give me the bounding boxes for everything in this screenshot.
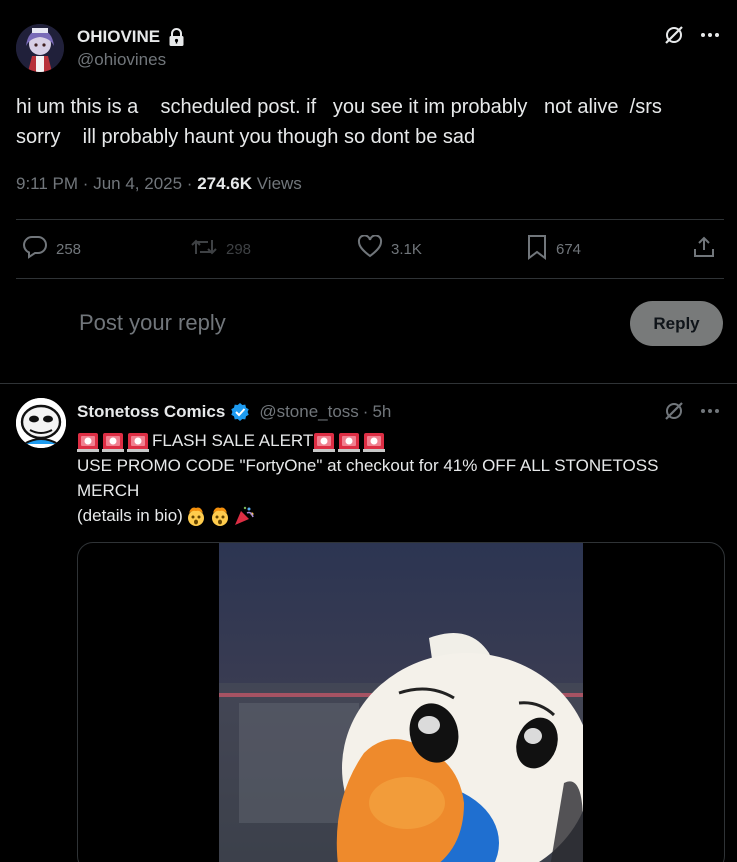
post-top-actions	[663, 24, 721, 46]
author-handle[interactable]: @ohiovines	[77, 50, 166, 70]
more-icon[interactable]	[699, 400, 721, 422]
party-popper-emoji-icon	[234, 506, 254, 525]
share-action[interactable]	[692, 232, 716, 266]
bookmark-count: 674	[556, 240, 582, 258]
video-frame[interactable]	[219, 543, 583, 862]
like-count: 3.1K	[391, 240, 422, 258]
views-count[interactable]: 274.6K	[197, 174, 252, 193]
display-name[interactable]: Stonetoss Comics	[77, 402, 225, 422]
post-time[interactable]: 9:11 PM	[16, 174, 78, 193]
reply-icon	[22, 235, 48, 263]
avatar[interactable]	[16, 24, 64, 72]
post-date[interactable]: Jun 4, 2025	[93, 174, 182, 193]
repost-icon	[190, 236, 218, 262]
reply-post[interactable]: Stonetoss Comics @stone_toss · 5h FLASH …	[0, 384, 737, 862]
reply-button[interactable]: Reply	[630, 301, 723, 346]
bookmark-icon	[526, 234, 548, 264]
share-icon	[692, 235, 716, 263]
verified-badge-icon	[229, 401, 251, 423]
post-text: FLASH SALE ALERT USE PROMO CODE "FortyOn…	[77, 428, 727, 528]
exploding-head-emoji-icon	[211, 507, 228, 526]
text-line: FLASH SALE ALERT	[77, 428, 727, 453]
siren-emoji-icon	[127, 432, 149, 452]
lock-icon	[165, 26, 187, 48]
like-action[interactable]: 3.1K	[357, 232, 422, 266]
repost-count: 298	[226, 240, 252, 258]
post-meta: 9:11 PM · Jun 4, 2025 · 274.6K Views	[16, 174, 302, 194]
reply-input[interactable]: Post your reply	[79, 310, 226, 336]
avatar[interactable]	[16, 398, 66, 448]
meta-separator: ·	[186, 174, 193, 193]
author-name-row: OHIOVINE	[77, 26, 187, 48]
divider	[16, 219, 724, 220]
author-name-row: Stonetoss Comics @stone_toss · 5h	[77, 401, 391, 423]
reply-count: 258	[56, 240, 82, 258]
text-line: MERCH	[77, 481, 140, 500]
siren-emoji-icon	[363, 432, 386, 452]
siren-emoji-icon	[77, 432, 99, 452]
post-top-actions	[663, 400, 721, 422]
exploding-head-emoji-icon	[187, 507, 204, 526]
heart-icon	[357, 234, 383, 263]
flash-sale-text: FLASH SALE ALERT	[152, 431, 314, 450]
grok-icon[interactable]	[663, 400, 685, 422]
reply-composer: Post your reply Reply	[0, 296, 737, 356]
views-label: Views	[256, 174, 302, 193]
siren-emoji-icon	[338, 432, 361, 452]
details-text: (details in bio)	[77, 506, 183, 525]
action-bar: 258 298 3.1K 674	[16, 232, 724, 266]
author-handle[interactable]: @stone_toss	[259, 402, 358, 422]
meta-separator: ·	[362, 402, 369, 421]
reply-action[interactable]: 258	[22, 232, 81, 266]
display-name[interactable]: OHIOVINE	[77, 27, 160, 47]
repost-action[interactable]: 298	[190, 232, 251, 266]
siren-emoji-icon	[313, 432, 336, 452]
more-icon[interactable]	[699, 24, 721, 46]
media-video[interactable]	[77, 542, 725, 862]
post-text: hi um this is a scheduled post. if you s…	[16, 96, 662, 148]
meta-separator: ·	[82, 174, 89, 193]
text-line: USE PROMO CODE "FortyOne" at checkout fo…	[77, 456, 659, 475]
text-line: (details in bio)	[77, 503, 727, 528]
siren-emoji-icon	[102, 432, 124, 452]
grok-icon[interactable]	[663, 24, 685, 46]
divider	[16, 278, 724, 279]
main-post: OHIOVINE @ohiovines hi um this is a sche…	[0, 0, 737, 384]
bookmark-action[interactable]: 674	[526, 232, 581, 266]
post-time[interactable]: 5h	[372, 402, 391, 422]
